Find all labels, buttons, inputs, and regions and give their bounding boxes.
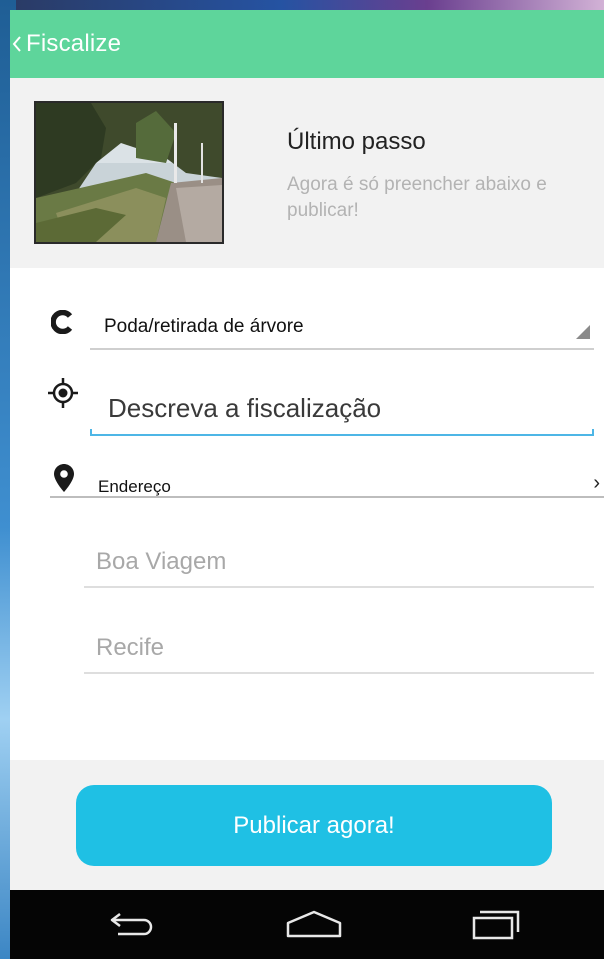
category-underline — [90, 348, 594, 350]
step-title: Último passo — [287, 128, 426, 155]
map-pin-icon — [54, 464, 74, 497]
description-underline-active — [90, 434, 594, 436]
desktop-background-top — [16, 0, 604, 10]
city-underline — [84, 672, 594, 674]
back-arrow-icon[interactable] — [106, 906, 166, 947]
category-select[interactable]: Poda/retirada de árvore — [90, 298, 594, 350]
neighborhood-value: Boa Viagem — [96, 548, 227, 575]
recents-icon[interactable] — [466, 906, 526, 947]
app-bar: Fiscalize — [10, 10, 604, 78]
chevron-right-icon: › — [593, 472, 600, 494]
category-selected-value: Poda/retirada de árvore — [104, 316, 304, 337]
dropdown-triangle-icon — [576, 325, 590, 344]
header-card: Último passo Agora é só preencher abaixo… — [10, 78, 604, 268]
step-subtitle: Agora é só preencher abaixo e publicar! — [287, 174, 547, 221]
report-form: Poda/retirada de árvore Descreva a fisca… — [10, 268, 604, 760]
description-input[interactable]: Descreva a fiscalização — [90, 372, 594, 436]
chevron-left-icon[interactable] — [10, 10, 24, 78]
address-label: Endereço — [98, 477, 171, 496]
phone-screen: Fiscalize Último passo Agora é só preenc… — [10, 10, 604, 959]
neighborhood-underline — [84, 586, 594, 588]
description-underline-tick-right — [592, 429, 594, 436]
app-title[interactable]: Fiscalize — [24, 30, 121, 58]
neighborhood-field[interactable]: Boa Viagem — [84, 532, 594, 588]
footer-bar: Publicar agora! — [10, 760, 604, 890]
publish-button[interactable]: Publicar agora! — [76, 785, 552, 866]
home-icon[interactable] — [282, 906, 346, 947]
c-logo-icon — [50, 309, 73, 339]
android-nav-bar — [10, 890, 604, 959]
description-placeholder: Descreva a fiscalização — [108, 393, 382, 423]
city-field[interactable]: Recife — [84, 618, 594, 674]
description-underline-tick-left — [90, 429, 92, 436]
address-row[interactable]: Endereço › — [50, 454, 604, 498]
city-value: Recife — [96, 634, 165, 661]
crosshair-target-icon — [48, 378, 78, 413]
address-underline — [50, 496, 604, 498]
photo-thumbnail[interactable] — [34, 101, 224, 244]
